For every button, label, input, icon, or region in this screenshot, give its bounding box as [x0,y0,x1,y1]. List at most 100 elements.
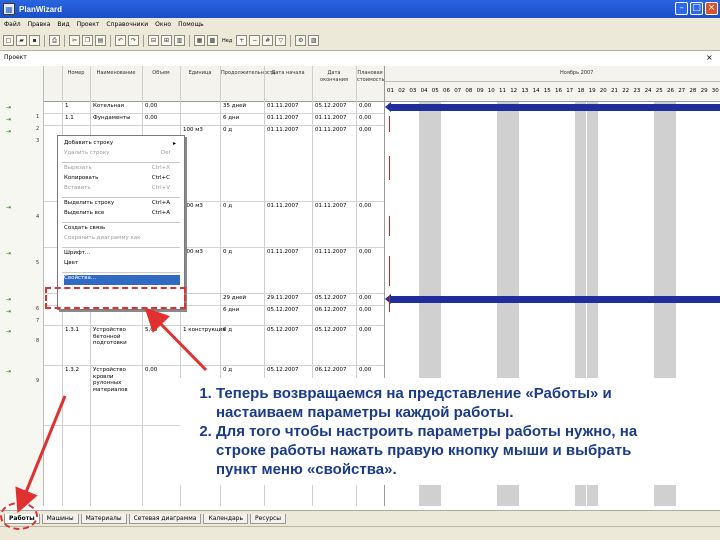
zoom-in-icon[interactable]: + [236,35,248,46]
zoom-label[interactable]: Нед [220,38,234,44]
chart-icon[interactable]: ▨ [308,35,320,46]
header-cell[interactable]: Объем [143,70,179,77]
context-menu-item[interactable]: Добавить строку ▸ [64,140,180,150]
save-icon[interactable]: ▪ [29,35,40,46]
context-menu-item[interactable]: Копировать Ctrl+C [64,175,180,185]
context-menu-label: Вставить [64,185,91,191]
filter-icon[interactable]: ▽ [275,35,287,46]
cell-name: Фундаменты [93,115,131,121]
context-menu-item[interactable]: Вставить Ctrl+V [64,185,180,195]
row-level-icon[interactable]: ⇥ [6,328,11,335]
context-menu-shortcut: Ctrl+X [151,165,170,171]
copy-icon[interactable]: ❐ [82,35,93,46]
cell-vol: 0,00 [145,103,158,109]
tab-4[interactable]: Календарь [203,513,249,524]
table-row[interactable]: 1.1 Фундаменты 0,00 6 дни 01.11.2007 01.11.20… [44,114,384,126]
row-number: 2 [36,126,40,132]
context-menu-item[interactable]: Шрифт... [64,250,180,260]
table-row[interactable]: 1 Котельная 0,00 35 дней 01.11.2007 05.12.200… [44,102,384,114]
menu-0[interactable]: Файл [4,21,21,28]
app-icon: ▦ [3,3,15,15]
menu-2[interactable]: Вид [57,21,69,28]
settings-icon[interactable]: ⚙ [295,35,307,46]
context-menu-item[interactable]: Вырезать Ctrl+X [64,165,180,175]
paste-icon[interactable]: ▤ [95,35,106,46]
cell-cost: 0,00 [359,367,372,373]
gantt-day-label: 22 [622,88,630,94]
undo-icon[interactable]: ↶ [115,35,126,46]
cell-dur: 6 дни [223,115,240,121]
grid-icon[interactable]: # [262,35,274,46]
row-level-icon[interactable]: ⇥ [6,368,11,375]
menu-3[interactable]: Проект [77,21,100,28]
context-menu-item[interactable]: Выделить строку Ctrl+A [64,200,180,210]
menu-5[interactable]: Окно [155,21,171,28]
menu-4[interactable]: Справочники [106,21,148,28]
header-cell[interactable]: Дата начала [265,70,311,77]
context-menu-item[interactable]: Свойства... [64,275,180,285]
row-level-icon[interactable]: ⇥ [6,116,11,123]
tab-1[interactable]: Машины [41,513,79,524]
context-menu-item[interactable]: Удалить строку Del [64,150,180,160]
row-level-icon[interactable]: ⇥ [6,308,11,315]
minimize-button[interactable]: – [675,2,688,15]
maximize-button[interactable]: □ [690,2,703,15]
gantt-day-label: 09 [476,88,484,94]
cut-icon[interactable]: ✂ [69,35,80,46]
header-cell[interactable]: Единица [181,70,219,77]
row-level-icon[interactable]: ⇥ [6,296,11,303]
window-title: PlanWizard [19,4,63,14]
print-icon[interactable]: ⎙ [49,35,60,46]
cell-cost: 0,00 [359,249,372,255]
gantt-day-label: 29 [700,88,708,94]
cell-start: 01.11.2007 [267,203,299,209]
menu-separator [62,247,180,248]
header-cell[interactable]: Дата окончания [313,70,355,84]
gantt-month-title: Ноябрь 2007 [560,70,594,76]
row-level-icon[interactable]: ⇥ [6,128,11,135]
cell-vol: 0,00 [145,115,158,121]
header-cell[interactable]: Номер [63,70,89,77]
link-icon[interactable]: ⊟ [148,35,159,46]
unlink-icon[interactable]: ⊞ [161,35,172,46]
header-cell[interactable]: Наименование [91,70,141,77]
context-menu-item[interactable]: Создать связь [64,225,180,235]
header-cell[interactable]: Плановая стоимость [357,70,384,84]
cell-name: Устройство кровли рулонных материалов [93,367,128,393]
table-row[interactable]: 1.3.1 Устройство бетонной подготовки 5,00 1… [44,326,384,366]
row-level-icon[interactable]: ⇥ [6,250,11,257]
row-level-icon[interactable]: ⇥ [6,104,11,111]
row-number: 1 [36,114,40,120]
calendar-icon[interactable]: ▩ [207,35,218,46]
context-menu-label: Выделить все [64,210,105,216]
context-menu-label: Свойства... [64,275,97,281]
tab-2[interactable]: Материалы [80,513,127,524]
zoom-out-icon[interactable]: − [249,35,261,46]
toolbar: □ ▰ ▪ ⎙ ✂ ❐ ▤ ↶ ↷ ⊟ ⊞ ▥ ▦ ▩ Нед + − # ▽ … [0,31,720,51]
redo-icon[interactable]: ↷ [128,35,139,46]
dependency-line [389,296,390,312]
dependency-line [389,156,390,180]
tab-3[interactable]: Сетевая диаграмма [128,513,202,524]
row-number: 9 [36,378,40,384]
summary-task-bar[interactable] [385,294,720,304]
header-cell[interactable]: Продолжительность [221,70,276,77]
cell-start: 01.11.2007 [267,127,299,133]
summary-task-bar[interactable] [385,102,720,112]
cell-unit: 100 м3 [183,127,203,133]
menu-6[interactable]: Помощь [178,21,204,28]
close-button[interactable]: × [705,2,718,15]
context-menu-item[interactable]: Цвет [64,260,180,270]
context-menu-item[interactable]: Сохранить диаграмму как [64,235,180,245]
new-icon[interactable]: □ [3,35,14,46]
gantt-day-label: 27 [678,88,686,94]
cell-unit: 100 м3 [183,203,203,209]
open-icon[interactable]: ▰ [16,35,27,46]
tab-5[interactable]: Ресурсы [250,513,287,524]
row-level-icon[interactable]: ⇥ [6,204,11,211]
pane-close-icon[interactable]: × [706,53,713,62]
table-icon[interactable]: ▦ [194,35,205,46]
context-menu-item[interactable]: Выделить все Ctrl+A [64,210,180,220]
menu-1[interactable]: Правка [28,21,51,28]
gantt-icon[interactable]: ▥ [174,35,185,46]
